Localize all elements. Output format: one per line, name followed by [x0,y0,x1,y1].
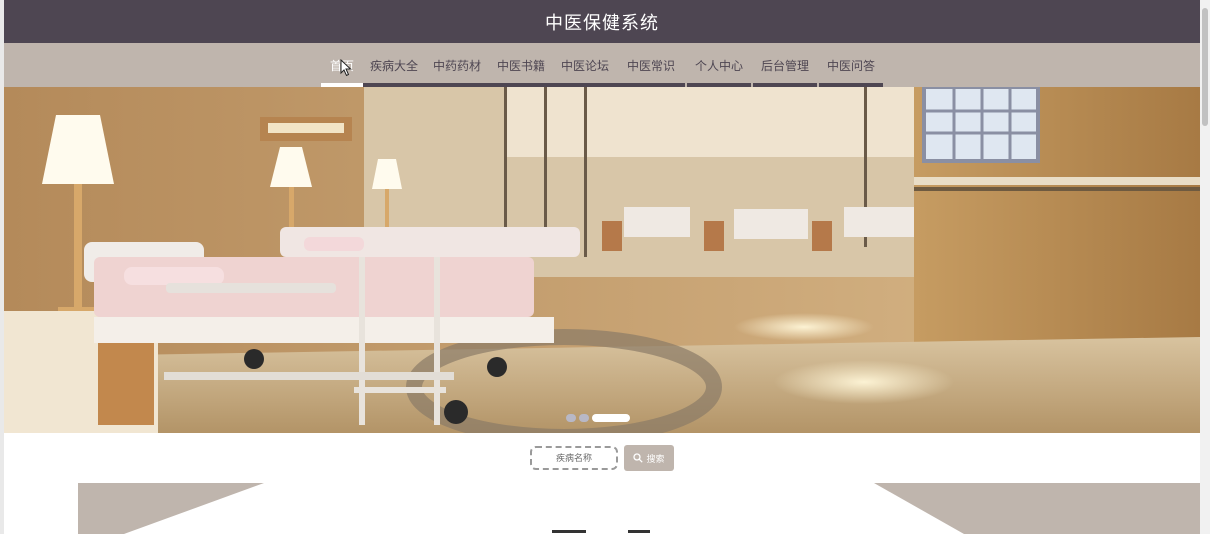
section-decoration [4,483,1200,534]
mouse-pointer-icon [340,59,352,77]
page: 中医保健系统 首页 疾病大全 中药药材 中医书籍 中医论坛 中医常识 个人中心 [0,0,1210,534]
nav-item-label: 中医常识 [626,58,675,73]
search-button-label: 搜索 [646,453,665,464]
carousel-dot-1[interactable] [566,414,576,422]
vertical-scrollbar[interactable] [1200,0,1210,534]
search-icon [633,453,644,463]
carousel-dot-2[interactable] [579,414,589,422]
nav-item-label: 疾病大全 [369,58,418,73]
nav-item-label: 个人中心 [694,58,743,73]
site-header: 中医保健系统 [4,0,1200,43]
scrollbar-thumb[interactable] [1202,8,1208,126]
nav-item-label: 中医书籍 [496,58,545,73]
nav-item-profile[interactable]: 个人中心 [687,43,751,87]
nav-item-label: 中医论坛 [560,58,609,73]
main-nav: 首页 疾病大全 中药药材 中医书籍 中医论坛 中医常识 个人中心 后台管理 [4,43,1200,87]
nav-item-admin[interactable]: 后台管理 [753,43,817,87]
nav-item-herbs[interactable]: 中药药材 [425,43,489,87]
site-title: 中医保健系统 [545,12,659,34]
search-bar: 搜索 [530,445,674,471]
carousel-pagination [566,413,638,423]
carousel-dot-3[interactable] [592,414,630,422]
nav-item-label: 中药药材 [432,58,481,73]
disease-name-input[interactable] [530,446,618,470]
nav-item-forum[interactable]: 中医论坛 [553,43,617,87]
search-button[interactable]: 搜索 [624,445,674,471]
nav-item-qa[interactable]: 中医问答 [819,43,883,87]
nav-item-label: 后台管理 [760,58,809,73]
hero-slide-image [4,87,1200,433]
nav-item-books[interactable]: 中医书籍 [489,43,553,87]
hero-carousel[interactable] [4,87,1200,433]
nav-item-label: 中医问答 [826,58,875,73]
nav-item-diseases[interactable]: 疾病大全 [363,43,425,87]
nav-item-knowledge[interactable]: 中医常识 [617,43,685,87]
